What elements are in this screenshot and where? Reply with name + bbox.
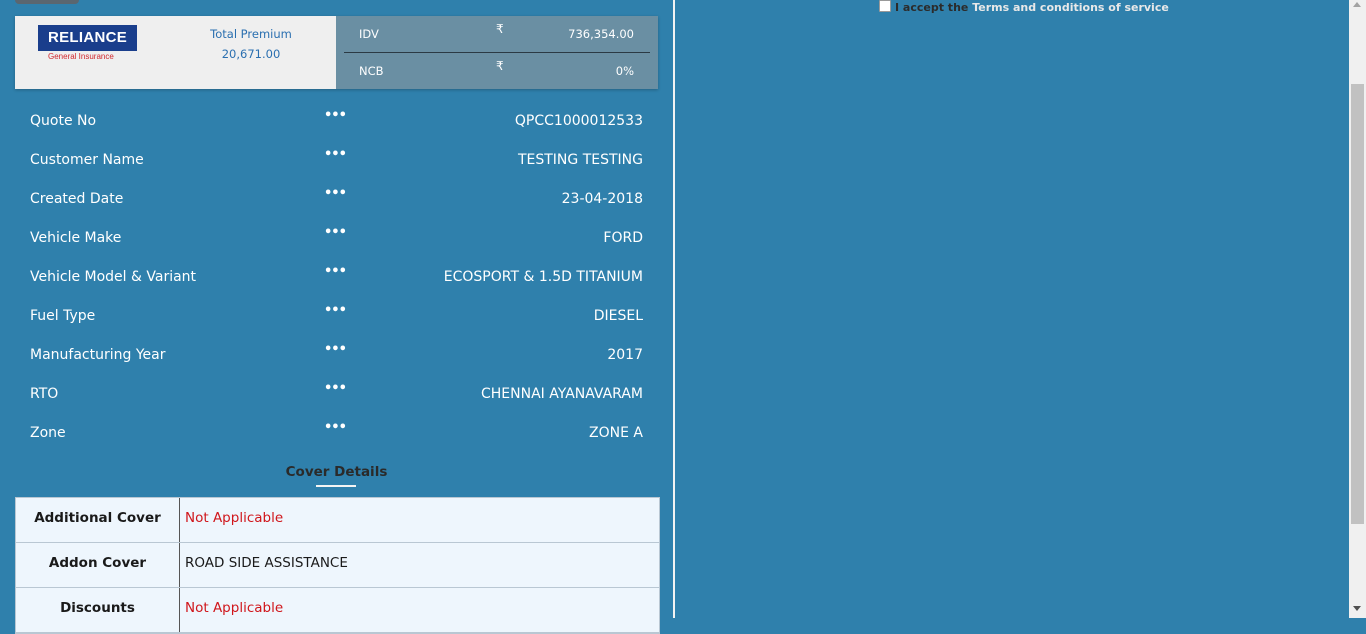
total-premium-label: Total Premium <box>210 27 292 41</box>
panel-divider <box>673 0 675 618</box>
detail-row-created-date: Created Date ••• 23-04-2018 <box>30 186 643 211</box>
detail-row-vehicle-model: Vehicle Model & Variant ••• ECOSPORT & 1… <box>30 264 643 289</box>
total-premium-value: 20,671.00 <box>221 47 281 61</box>
detail-value: ECOSPORT & 1.5D TITANIUM <box>443 269 643 285</box>
table-row-additional-cover: Additional Cover Not Applicable <box>16 498 659 543</box>
reliance-logo: RELIANCE <box>38 25 137 51</box>
detail-label: Zone <box>30 425 66 441</box>
rupee-icon: ₹ <box>496 22 504 36</box>
cover-value: Not Applicable <box>185 510 284 526</box>
separator-dots: ••• <box>324 303 347 318</box>
cover-key: Additional Cover <box>16 498 180 542</box>
table-row-discounts: Discounts Not Applicable <box>16 588 659 633</box>
detail-row-rto: RTO ••• CHENNAI AYANAVARAM <box>30 381 643 406</box>
detail-value: DIESEL <box>593 308 643 324</box>
detail-label: RTO <box>30 386 59 402</box>
detail-label: Vehicle Model & Variant <box>30 269 197 285</box>
separator-dots: ••• <box>324 225 347 240</box>
terms-checkbox[interactable] <box>879 0 891 12</box>
idv-value: 736,354.00 <box>568 27 634 41</box>
terms-acceptance: I accept the Terms and conditions of ser… <box>879 0 1169 14</box>
detail-label: Customer Name <box>30 152 144 168</box>
detail-label: Created Date <box>30 191 124 207</box>
separator-dots: ••• <box>324 420 347 435</box>
detail-value: TESTING TESTING <box>517 152 643 168</box>
scrollbar-thumb[interactable] <box>1351 84 1364 524</box>
detail-row-fuel-type: Fuel Type ••• DIESEL <box>30 303 643 328</box>
terms-prefix: I accept the <box>895 1 969 14</box>
insurer-area: RELIANCE General Insurance Total Premium… <box>15 16 336 89</box>
top-tab[interactable] <box>15 0 79 4</box>
idv-label: IDV <box>359 27 379 41</box>
cover-details-table: Additional Cover Not Applicable Addon Co… <box>15 497 660 634</box>
detail-value: CHENNAI AYANAVARAM <box>480 386 643 402</box>
reliance-logo-subtext: General Insurance <box>48 52 114 61</box>
detail-row-zone: Zone ••• ZONE A <box>30 420 643 445</box>
separator-dots: ••• <box>324 108 347 123</box>
detail-value: ZONE A <box>589 425 643 441</box>
rupee-icon: ₹ <box>496 59 504 73</box>
idv-ncb-panel: IDV ₹ 736,354.00 NCB ₹ 0% <box>336 16 658 89</box>
table-row-addon-cover: Addon Cover ROAD SIDE ASSISTANCE <box>16 543 659 588</box>
cover-value: ROAD SIDE ASSISTANCE <box>185 555 348 571</box>
detail-value: 23-04-2018 <box>561 191 643 207</box>
ncb-value: 0% <box>615 64 634 78</box>
detail-value: FORD <box>603 230 643 246</box>
cover-details-heading: Cover Details <box>285 464 388 480</box>
detail-value: 2017 <box>607 347 643 363</box>
idv-row: IDV ₹ 736,354.00 <box>336 16 658 52</box>
separator-dots: ••• <box>324 147 347 162</box>
separator-dots: ••• <box>324 381 347 396</box>
detail-row-vehicle-make: Vehicle Make ••• FORD <box>30 225 643 250</box>
cover-key: Addon Cover <box>16 543 180 587</box>
cover-value: Not Applicable <box>185 600 284 616</box>
ncb-label: NCB <box>359 64 384 78</box>
detail-row-quote-no: Quote No ••• QPCC1000012533 <box>30 108 643 133</box>
detail-label: Vehicle Make <box>30 230 122 246</box>
detail-row-manufacturing-year: Manufacturing Year ••• 2017 <box>30 342 643 367</box>
separator-dots: ••• <box>324 342 347 357</box>
cover-key: Discounts <box>16 588 180 632</box>
detail-row-customer-name: Customer Name ••• TESTING TESTING <box>30 147 643 172</box>
detail-label: Manufacturing Year <box>30 347 166 363</box>
detail-label: Fuel Type <box>30 308 96 324</box>
vertical-scrollbar[interactable] <box>1349 0 1366 618</box>
detail-value: QPCC1000012533 <box>514 113 643 129</box>
separator-dots: ••• <box>324 264 347 279</box>
ncb-row: NCB ₹ 0% <box>336 53 658 89</box>
scroll-down-icon[interactable] <box>1353 606 1361 611</box>
terms-link[interactable]: Terms and conditions of service <box>972 1 1169 14</box>
heading-underline <box>316 485 356 487</box>
separator-dots: ••• <box>324 186 347 201</box>
detail-label: Quote No <box>30 113 97 129</box>
quote-summary-card: RELIANCE General Insurance Total Premium… <box>15 16 658 89</box>
scroll-up-icon[interactable] <box>1353 2 1361 7</box>
